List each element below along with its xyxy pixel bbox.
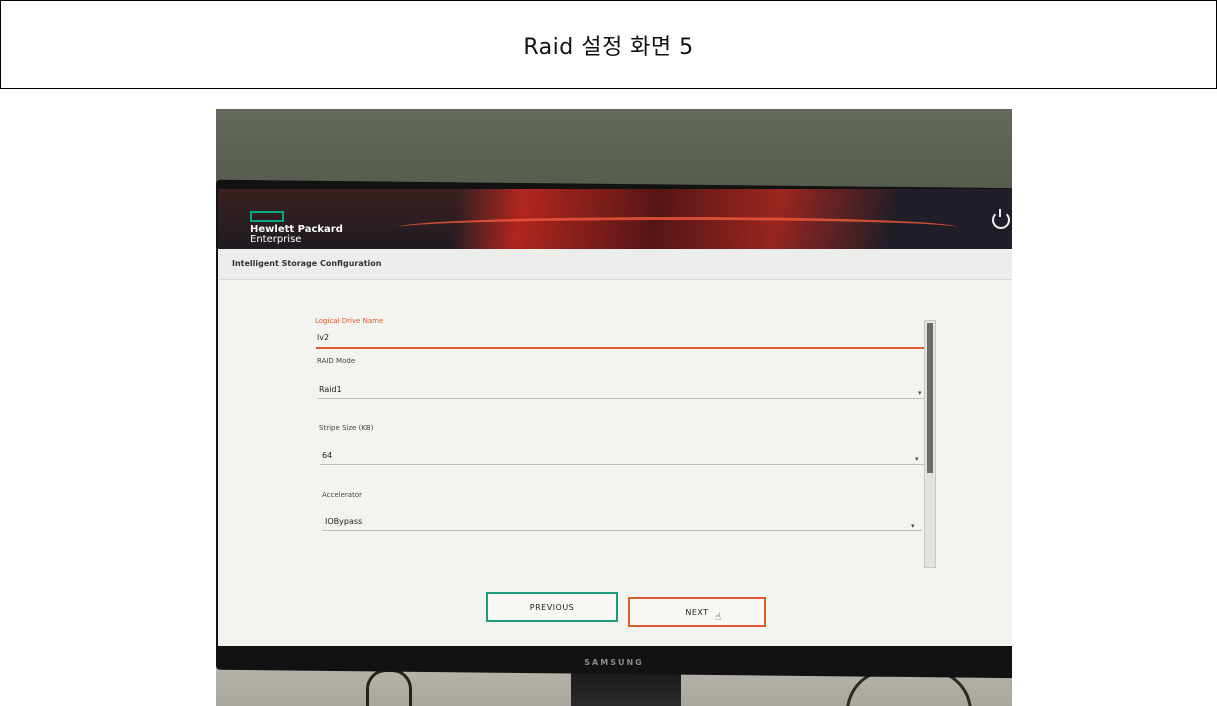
power-icon[interactable] — [992, 209, 1010, 229]
scrollbar-thumb[interactable] — [927, 323, 933, 473]
accelerator-underline — [322, 530, 922, 531]
section-title: Intelligent Storage Configuration — [232, 259, 382, 268]
mouse-cursor-icon: ☝ — [715, 612, 722, 623]
next-button[interactable]: NEXT — [628, 597, 766, 627]
chevron-down-icon[interactable]: ▾ — [915, 455, 919, 463]
chevron-down-icon[interactable]: ▾ — [918, 389, 922, 397]
previous-button[interactable]: PREVIOUS — [486, 592, 618, 622]
monitor-brand: SAMSUNG — [584, 658, 644, 667]
stripe-size-underline — [320, 464, 924, 465]
monitor-photo: SAMSUNG Hewlett Packard Enterprise Intel… — [216, 109, 1012, 706]
cable — [366, 669, 412, 706]
monitor-stand — [571, 669, 681, 706]
raid-mode-label: RAID Mode — [317, 357, 356, 365]
logical-drive-input[interactable]: lv2 — [317, 333, 329, 342]
logical-drive-label: Logical Drive Name — [315, 317, 384, 325]
raid-mode-underline — [318, 398, 926, 399]
hpe-logo: Hewlett Packard Enterprise — [250, 211, 343, 245]
caption-box: Raid 설정 화면 5 — [0, 0, 1217, 89]
stripe-size-select[interactable]: 64 — [322, 451, 332, 460]
logical-drive-underline — [316, 347, 934, 349]
accelerator-select[interactable]: IOBypass — [325, 517, 362, 526]
hpe-logo-icon — [250, 211, 284, 222]
section-header: Intelligent Storage Configuration — [218, 249, 1012, 280]
raid-form: Logical Drive Name lv2 RAID Mode Raid1 ▾… — [218, 279, 1012, 646]
chevron-down-icon[interactable]: ▾ — [911, 522, 915, 530]
hpe-banner: Hewlett Packard Enterprise — [218, 189, 1012, 249]
accelerator-label: Accelerator — [322, 491, 362, 499]
bios-screen: Hewlett Packard Enterprise Intelligent S… — [218, 189, 1012, 646]
form-scrollbar[interactable] — [924, 320, 936, 568]
vendor-name-sub: Enterprise — [250, 234, 302, 245]
stripe-size-label: Stripe Size (KB) — [319, 424, 374, 432]
caption-title: Raid 설정 화면 5 — [523, 34, 694, 60]
raid-mode-select[interactable]: Raid1 — [319, 385, 342, 394]
